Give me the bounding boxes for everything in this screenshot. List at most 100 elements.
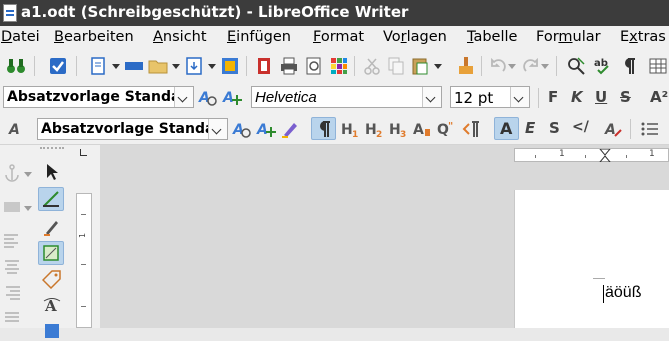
svg-text:A: A	[222, 90, 234, 106]
print-icon[interactable]	[279, 56, 299, 76]
wrap-icon[interactable]	[2, 197, 22, 217]
chevron-down-icon[interactable]	[434, 64, 442, 69]
checkbox-icon[interactable]	[48, 56, 68, 76]
more-shapes-icon[interactable]	[42, 321, 62, 341]
chevron-down-icon[interactable]	[24, 172, 32, 177]
align-center-icon[interactable]	[2, 257, 22, 277]
update-style-icon[interactable]: A	[232, 119, 252, 139]
copy-icon[interactable]	[386, 56, 406, 76]
formatting-marks-icon[interactable]	[618, 56, 638, 76]
document-text[interactable]: äöüß	[605, 284, 641, 302]
anchor-icon[interactable]	[2, 163, 22, 183]
chevron-down-icon[interactable]	[112, 64, 120, 69]
chevron-down-icon[interactable]	[208, 119, 227, 139]
spelling-icon[interactable]: ab	[592, 56, 612, 76]
source-text-button[interactable]: </	[572, 119, 589, 135]
save-icon[interactable]	[184, 56, 204, 76]
chevron-down-icon[interactable]	[508, 64, 516, 69]
align-right-icon[interactable]	[2, 283, 22, 303]
menu-extras[interactable]: Extras	[620, 29, 666, 45]
menu-ansicht[interactable]: Ansicht	[153, 29, 207, 45]
cut-icon[interactable]	[362, 56, 382, 76]
menu-einfuegen[interactable]: Einfügen	[227, 29, 291, 45]
font-name-value: Helvetica	[255, 89, 317, 106]
open-folder-icon[interactable]	[148, 56, 168, 76]
text-body-icon[interactable]: A	[412, 119, 432, 139]
heading-2-icon[interactable]: H2	[364, 119, 384, 139]
menu-formular[interactable]: Formular	[536, 29, 601, 45]
clear-formatting-icon[interactable]: A	[604, 119, 624, 139]
spelling-grid-icon[interactable]	[329, 56, 349, 76]
bold-button[interactable]: F	[548, 88, 558, 106]
quotations-icon[interactable]: Q "	[436, 119, 456, 139]
pencil-icon[interactable]	[42, 217, 62, 237]
separator	[76, 56, 77, 76]
find-binoculars-icon[interactable]	[6, 56, 26, 76]
underline-button[interactable]: U	[595, 88, 607, 106]
paragraph-style-combo[interactable]: Absatzvorlage Standa	[3, 86, 194, 108]
heading-1-icon[interactable]: H1	[340, 119, 360, 139]
font-size-combo[interactable]: 12 pt	[450, 86, 530, 108]
toolbar-grip[interactable]	[40, 147, 64, 153]
separator	[538, 88, 539, 108]
separator	[481, 56, 482, 76]
ruler-tick-label: 1	[78, 232, 88, 239]
chevron-down-icon[interactable]	[510, 87, 529, 107]
menu-format[interactable]: Format	[313, 29, 364, 45]
select-arrow-icon[interactable]	[42, 162, 62, 182]
italic-button[interactable]: K	[571, 88, 583, 106]
ruler-tick	[81, 214, 86, 215]
paste-icon[interactable]	[410, 56, 430, 76]
menu-bearbeiten[interactable]: Bearbeiten	[54, 29, 134, 45]
separator	[630, 119, 631, 139]
chevron-down-icon[interactable]	[422, 87, 441, 107]
preformatted-text-icon[interactable]	[462, 119, 482, 139]
redo-icon[interactable]	[521, 56, 541, 76]
print-preview-icon[interactable]	[304, 56, 324, 76]
templates-icon[interactable]	[220, 56, 240, 76]
align-justify-icon[interactable]	[2, 309, 22, 329]
insert-table-icon[interactable]	[648, 56, 668, 76]
vertical-ruler[interactable]: 1	[76, 193, 92, 328]
tag-icon[interactable]	[42, 269, 62, 289]
fontwork-icon[interactable]: A	[42, 295, 62, 315]
menu-datei[interactable]: Datei	[1, 29, 40, 45]
strikethrough-button[interactable]: S	[620, 88, 631, 106]
heading-3-icon[interactable]: H3	[388, 119, 408, 139]
new-style-icon[interactable]: A	[222, 87, 242, 107]
chevron-down-icon[interactable]	[208, 64, 216, 69]
clone-formatting-icon[interactable]	[456, 56, 476, 76]
strong-emphasis-button[interactable]: S	[549, 119, 560, 137]
align-left-icon[interactable]	[2, 231, 22, 251]
chevron-down-icon[interactable]	[541, 64, 549, 69]
chevron-down-icon[interactable]	[172, 64, 180, 69]
indent-marker-icon[interactable]	[599, 149, 611, 162]
ruler-tick-label: 1	[559, 149, 565, 159]
chevron-down-icon[interactable]	[174, 87, 193, 107]
update-style-icon[interactable]: A	[198, 87, 218, 107]
horizontal-ruler[interactable]: 1 1	[514, 148, 669, 162]
new-style-icon[interactable]: A	[256, 119, 276, 139]
chevron-down-icon[interactable]	[24, 206, 32, 211]
undo-icon[interactable]	[488, 56, 508, 76]
menu-tabelle[interactable]: Tabelle	[467, 29, 517, 45]
character-style-icon[interactable]: A	[6, 118, 26, 138]
sidebar-paragraph-style-value: Absatzvorlage Standa	[41, 121, 209, 137]
menu-vorlagen[interactable]: Vorlagen	[383, 29, 447, 45]
find-replace-icon[interactable]	[566, 56, 586, 76]
svg-text:A: A	[8, 122, 20, 138]
default-character-icon: A	[500, 119, 513, 138]
font-name-combo[interactable]: Helvetica	[251, 86, 442, 108]
bullet-list-icon[interactable]	[640, 119, 660, 139]
new-document-icon[interactable]	[88, 56, 108, 76]
text-box-icon[interactable]	[124, 56, 144, 76]
formatting-toolbar: Absatzvorlage Standa A A Helvetica 12 pt…	[0, 82, 669, 113]
emphasis-button[interactable]: E	[525, 119, 535, 137]
highlight-pen-icon[interactable]	[280, 119, 300, 139]
sidebar-paragraph-style-combo[interactable]: Absatzvorlage Standa	[37, 118, 228, 140]
insert-frame-icon	[43, 245, 59, 261]
window-title: a1.odt (Schreibgeschützt) - LibreOffice …	[21, 3, 409, 21]
export-pdf-icon[interactable]	[254, 56, 274, 76]
document-page[interactable]	[514, 190, 669, 328]
superscript-button[interactable]: A²	[650, 88, 668, 106]
